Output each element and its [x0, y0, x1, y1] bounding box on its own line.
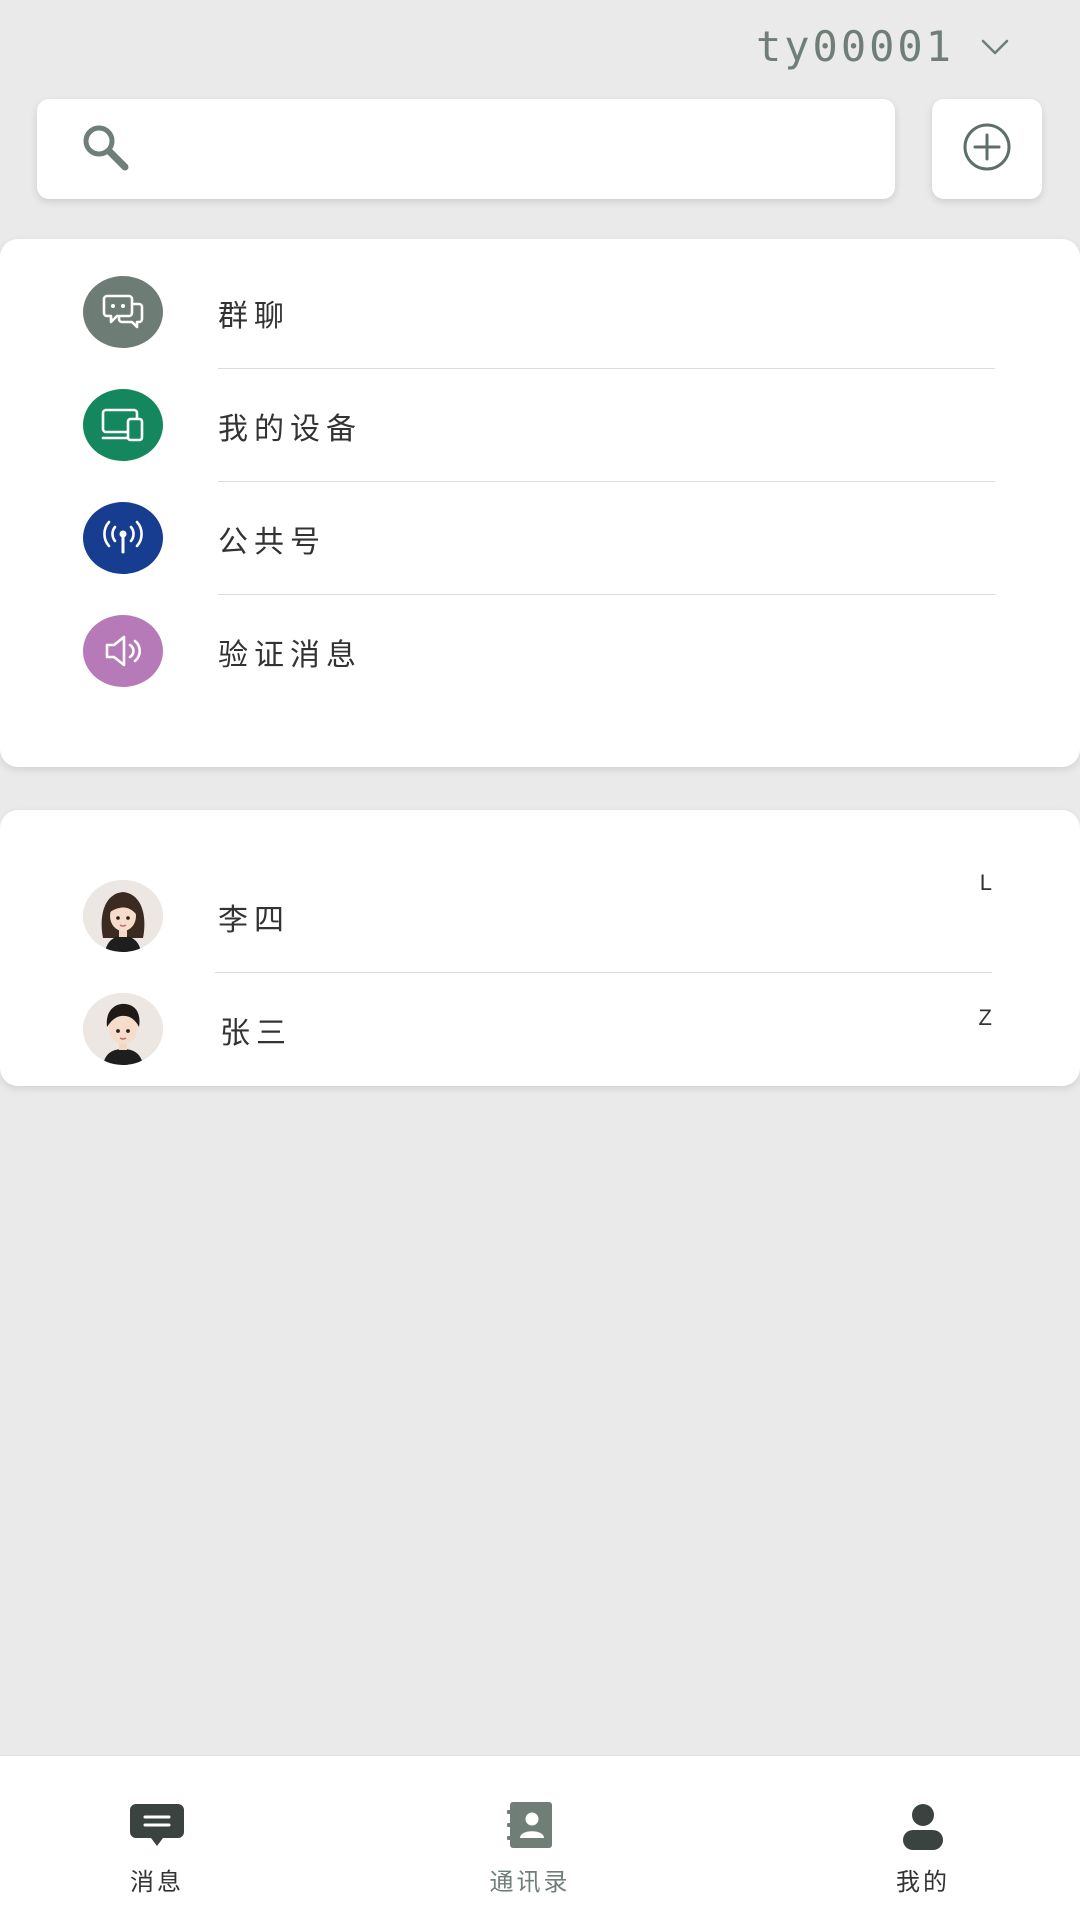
speaker-icon	[83, 615, 163, 687]
index-letter[interactable]: Z	[979, 1005, 992, 1031]
contact-book-icon	[507, 1800, 553, 1850]
feature-public-accounts[interactable]: 公共号	[0, 482, 1080, 595]
user-icon	[901, 1800, 945, 1850]
chevron-down-icon	[980, 38, 1010, 56]
feature-group-chat[interactable]: 群聊	[0, 256, 1080, 369]
feature-label: 验证消息	[218, 637, 362, 673]
account-name: ty00001	[755, 22, 954, 71]
plus-circle-icon	[961, 121, 1013, 177]
contact-name: 张三	[220, 1015, 292, 1051]
feature-label: 公共号	[218, 524, 326, 560]
message-icon	[130, 1800, 184, 1850]
contacts-card: 李四 L 张三 Z	[0, 810, 1080, 1086]
nav-label: 通讯录	[489, 1868, 571, 1896]
contact-name: 李四	[218, 902, 290, 938]
add-button[interactable]	[932, 99, 1042, 199]
feature-my-devices[interactable]: 我的设备	[0, 369, 1080, 482]
contact-row-lisi[interactable]: 李四	[0, 860, 1080, 973]
devices-icon	[83, 389, 163, 461]
features-card: 群聊 我的设备 公共号 验证消息	[0, 239, 1080, 767]
nav-tab-contacts[interactable]: 通讯录	[420, 1756, 640, 1920]
chat-bubbles-icon	[83, 276, 163, 348]
index-letter[interactable]: L	[980, 870, 992, 896]
broadcast-icon	[83, 502, 163, 574]
account-switcher[interactable]: ty00001	[756, 22, 1010, 71]
nav-tab-messages[interactable]: 消息	[47, 1756, 267, 1920]
avatar-male	[83, 993, 163, 1065]
search-input[interactable]	[153, 99, 875, 199]
search-icon	[79, 121, 131, 177]
bottom-nav: 消息 通讯录 我的	[0, 1755, 1080, 1920]
contact-row-zhangsan[interactable]: 张三	[0, 973, 1080, 1086]
nav-tab-me[interactable]: 我的	[813, 1756, 1033, 1920]
feature-label: 群聊	[218, 298, 290, 334]
avatar-female	[83, 880, 163, 952]
search-bar[interactable]	[37, 99, 895, 199]
feature-label: 我的设备	[218, 411, 362, 447]
nav-label: 消息	[130, 1868, 184, 1896]
feature-verification-messages[interactable]: 验证消息	[0, 595, 1080, 708]
nav-label: 我的	[896, 1868, 950, 1896]
contacts-page: ty00001 群聊 我的设备 公共号 验证消息 李四 L 张三 Z 消息 通讯…	[0, 0, 1080, 1920]
